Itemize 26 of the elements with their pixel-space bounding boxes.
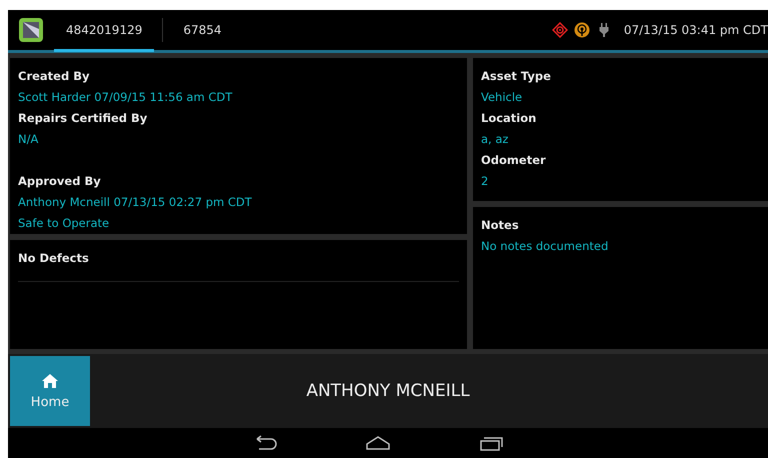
field-label: Asset Type — [481, 68, 552, 85]
field-value: Safe to Operate — [18, 215, 110, 232]
field-value: Anthony Mcneill 07/13/15 02:27 pm CDT — [18, 194, 253, 211]
defects-title: No Defects — [18, 250, 90, 267]
user-name: ANTHONY MCNEILL — [305, 381, 471, 401]
status-datetime: 07/13/15 03:41 pm CDT — [624, 23, 768, 37]
field-value: No notes documented — [481, 238, 610, 255]
field-label: Odometer — [481, 152, 547, 169]
field-label: Created By — [18, 68, 90, 85]
home-nav-icon[interactable] — [364, 435, 392, 451]
field-label: Approved By — [18, 173, 102, 190]
tab[interactable]: 67854 — [171, 12, 234, 52]
field-value: 2 — [481, 173, 490, 190]
target-icon — [552, 22, 568, 38]
signal-icon — [574, 22, 590, 38]
field-value: Scott Harder 07/09/15 11:56 am CDT — [18, 89, 234, 106]
app-logo-icon[interactable] — [18, 17, 44, 43]
field-label: Location — [481, 110, 538, 127]
house-icon — [41, 372, 59, 388]
home-button[interactable]: Home — [10, 356, 90, 426]
field-value: a, az — [481, 131, 510, 148]
field-label: Notes — [481, 217, 520, 234]
field-value: N/A — [18, 131, 40, 148]
field-value: Vehicle — [481, 89, 524, 106]
field-label: Repairs Certified By — [18, 110, 148, 127]
tab[interactable]: 4842019129 — [54, 12, 154, 52]
